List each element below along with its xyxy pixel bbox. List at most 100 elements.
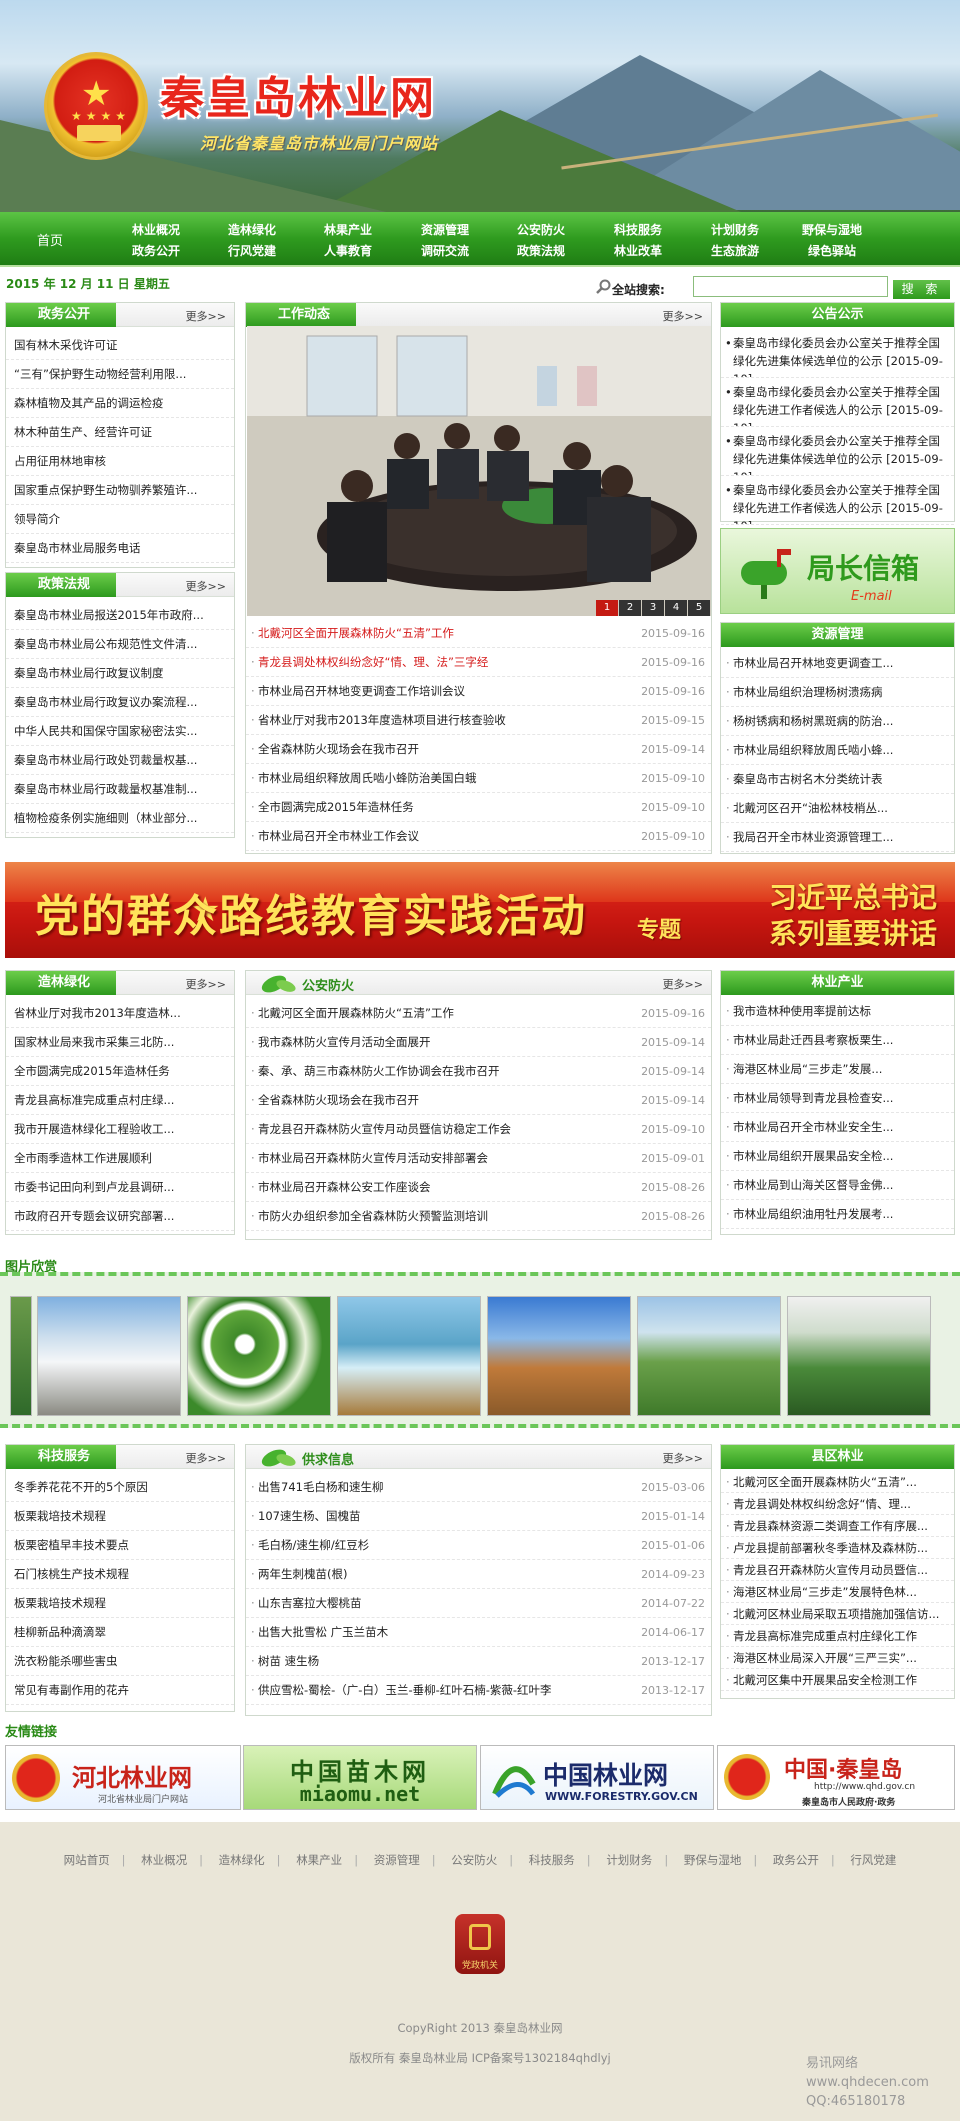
list-item[interactable]: 青龙县森林资源二类调查工作有序展...: [721, 1515, 954, 1537]
gallery-image[interactable]: [37, 1296, 181, 1416]
party-gov-logo-icon[interactable]: 党政机关: [455, 1914, 505, 1974]
list-item[interactable]: 卢龙县提前部署秋冬季造林及森林防...: [721, 1537, 954, 1559]
director-mailbox-banner[interactable]: 局长信箱 E-mail: [720, 528, 955, 614]
list-item[interactable]: 秦皇岛市林业局服务电话: [6, 534, 234, 563]
news-row[interactable]: 青龙县召开森林防火宣传月动员暨信访稳定工作会2015-09-10: [246, 1115, 711, 1144]
news-row[interactable]: 市林业局召开全市林业工作会议2015-09-10: [246, 822, 711, 851]
list-item[interactable]: 国家重点保护野生动物驯养繁殖许...: [6, 476, 234, 505]
list-item[interactable]: 国家林业局来我市采集三北防...: [6, 1028, 234, 1057]
nav-item[interactable]: 造林绿化: [204, 220, 300, 241]
news-row[interactable]: 107速生杨、国槐苗2015-01-14: [246, 1502, 711, 1531]
list-item[interactable]: 北戴河区全面开展森林防火“五清”...: [721, 1471, 954, 1493]
more-link[interactable]: 更多>>: [186, 308, 226, 324]
nav-item[interactable]: 行风党建: [204, 241, 300, 262]
list-item[interactable]: 市委书记田向利到卢龙县调研...: [6, 1173, 234, 1202]
nav-item[interactable]: 公安防火: [493, 220, 589, 241]
link-china-seedling[interactable]: 中国苗木网 miaomu.net: [243, 1745, 477, 1810]
list-item[interactable]: 北戴河区林业局采取五项措施加强信访...: [721, 1603, 954, 1625]
list-item[interactable]: 板栗栽培技术规程: [6, 1589, 234, 1618]
list-item[interactable]: 中华人民共和国保守国家秘密法实...: [6, 717, 234, 746]
party-campaign-banner[interactable]: ★ 党的群众路线教育实践活动 专题 习近平总书记 系列重要讲话: [5, 862, 955, 958]
news-row[interactable]: 全市圆满完成2015年造林任务2015-09-10: [246, 793, 711, 822]
footer-link[interactable]: 公安防火: [451, 1853, 497, 1867]
list-item[interactable]: 板栗密植早丰技术要点: [6, 1531, 234, 1560]
list-item[interactable]: 市政府召开专题会议研究部署...: [6, 1202, 234, 1231]
list-item[interactable]: 海港区林业局深入开展“三严三实”...: [721, 1647, 954, 1669]
list-item[interactable]: 杨树锈病和杨树黑斑病的防治...: [721, 707, 954, 736]
more-link[interactable]: 更多>>: [663, 1450, 703, 1466]
news-row[interactable]: 北戴河区全面开展森林防火“五清”工作2015-09-16: [246, 999, 711, 1028]
more-link[interactable]: 更多>>: [186, 976, 226, 992]
gallery-image[interactable]: [10, 1296, 32, 1416]
news-row[interactable]: 毛白杨/速生柳/红豆杉2015-01-06: [246, 1531, 711, 1560]
list-item[interactable]: 青龙县高标准完成重点村庄绿化工作: [721, 1625, 954, 1647]
footer-link[interactable]: 计划财务: [606, 1853, 652, 1867]
list-item[interactable]: 海港区林业局“三步走”发展特色林...: [721, 1581, 954, 1603]
list-item[interactable]: 青龙县高标准完成重点村庄绿...: [6, 1086, 234, 1115]
slide-dot[interactable]: 3: [642, 600, 664, 616]
news-row[interactable]: 供应雪松-蜀桧-（广-白）玉兰-垂柳-红叶石楠-紫薇-红叶李2013-12-17: [246, 1676, 711, 1705]
list-item[interactable]: 市林业局召开林地变更调查工...: [721, 649, 954, 678]
news-row[interactable]: 市林业局召开林地变更调查工作培训会议2015-09-16: [246, 677, 711, 706]
nav-item[interactable]: 计划财务: [687, 220, 783, 241]
search-button[interactable]: 搜 索: [893, 280, 950, 299]
list-item[interactable]: 领导简介: [6, 505, 234, 534]
footer-link[interactable]: 行风党建: [850, 1853, 896, 1867]
list-item[interactable]: 我市造林种使用率提前达标: [721, 997, 954, 1026]
list-item[interactable]: 占用征用林地审核: [6, 447, 234, 476]
gallery-image[interactable]: [337, 1296, 481, 1416]
list-item[interactable]: 洗衣粉能杀哪些害虫: [6, 1647, 234, 1676]
slide-dot[interactable]: 5: [688, 600, 710, 616]
footer-link[interactable]: 科技服务: [529, 1853, 575, 1867]
list-item[interactable]: 市林业局组织治理杨树溃疡病: [721, 678, 954, 707]
list-item[interactable]: 秦皇岛市绿化委员会办公室关于推荐全国绿化先进集体候选单位的公示 [2015-09…: [721, 427, 954, 476]
news-row[interactable]: 两年生刺槐苗(根)2014-09-23: [246, 1560, 711, 1589]
footer-link[interactable]: 野保与湿地: [684, 1853, 742, 1867]
news-row[interactable]: 市林业局组织释放周氏啮小蜂防治美国白蛾2015-09-10: [246, 764, 711, 793]
nav-item[interactable]: 生态旅游: [687, 241, 783, 262]
list-item[interactable]: 冬季养花花不开的5个原因: [6, 1473, 234, 1502]
news-row[interactable]: 树苗 速生杨2013-12-17: [246, 1647, 711, 1676]
list-item[interactable]: 秦皇岛市林业局行政处罚裁量权基...: [6, 746, 234, 775]
list-item[interactable]: 石门核桃生产技术规程: [6, 1560, 234, 1589]
list-item[interactable]: 市林业局组织开展果品安全检...: [721, 1142, 954, 1171]
nav-item[interactable]: 林果产业: [300, 220, 396, 241]
more-link[interactable]: 更多>>: [663, 976, 703, 992]
nav-item[interactable]: 林业改革: [590, 241, 686, 262]
gallery-image[interactable]: [187, 1296, 331, 1416]
list-item[interactable]: 板栗栽培技术规程: [6, 1502, 234, 1531]
list-item[interactable]: 市林业局组织释放周氏啮小蜂...: [721, 736, 954, 765]
link-qhd-gov[interactable]: 中国·秦皇岛 http://www.qhd.gov.cn 秦皇岛市人民政府·政务: [717, 1745, 955, 1810]
link-hebei-forestry[interactable]: 河北林业网 河北省林业局门户网站: [5, 1745, 241, 1810]
nav-item[interactable]: 资源管理: [397, 220, 493, 241]
list-item[interactable]: 北戴河区集中开展果品安全检测工作: [721, 1669, 954, 1691]
more-link[interactable]: 更多>>: [186, 578, 226, 594]
nav-item[interactable]: 野保与湿地: [784, 220, 880, 241]
footer-link[interactable]: 造林绿化: [219, 1853, 265, 1867]
nav-item[interactable]: 林业概况: [108, 220, 204, 241]
nav-item[interactable]: 绿色驿站: [784, 241, 880, 262]
news-slideshow[interactable]: 1 2 3 4 5: [247, 326, 711, 616]
list-item[interactable]: 市林业局赴迁西县考察板栗生...: [721, 1026, 954, 1055]
nav-item[interactable]: 人事教育: [300, 241, 396, 262]
gallery-image[interactable]: [787, 1296, 931, 1416]
list-item[interactable]: 北戴河区召开“油松林枝梢丛...: [721, 794, 954, 823]
news-row[interactable]: 市防火办组织参加全省森林防火预警监测培训2015-08-26: [246, 1202, 711, 1231]
list-item[interactable]: 秦皇岛市绿化委员会办公室关于推荐全国绿化先进集体候选单位的公示 [2015-09…: [721, 329, 954, 378]
list-item[interactable]: 秦皇岛市林业局报送2015年市政府...: [6, 601, 234, 630]
more-link[interactable]: 更多>>: [663, 308, 703, 324]
nav-item[interactable]: 调研交流: [397, 241, 493, 262]
list-item[interactable]: 市林业局领导到青龙县检查安...: [721, 1084, 954, 1113]
news-row[interactable]: 出售大批雪松 广玉兰苗木2014-06-17: [246, 1618, 711, 1647]
gallery-image[interactable]: [637, 1296, 781, 1416]
footer-link[interactable]: 资源管理: [374, 1853, 420, 1867]
list-item[interactable]: 我市开展造林绿化工程验收工...: [6, 1115, 234, 1144]
list-item[interactable]: 省林业厅对我市2013年度造林...: [6, 999, 234, 1028]
list-item[interactable]: 林木种苗生产、经营许可证: [6, 418, 234, 447]
news-row[interactable]: 省林业厅对我市2013年度造林项目进行核查验收2015-09-15: [246, 706, 711, 735]
list-item[interactable]: 秦皇岛市古树名木分类统计表: [721, 765, 954, 794]
news-row[interactable]: 市林业局召开森林公安工作座谈会2015-08-26: [246, 1173, 711, 1202]
list-item[interactable]: 国有林木采伐许可证: [6, 331, 234, 360]
list-item[interactable]: 市林业局组织油用牡丹发展考...: [721, 1200, 954, 1229]
news-row[interactable]: 市林业局召开森林防火宣传月活动安排部署会2015-09-01: [246, 1144, 711, 1173]
